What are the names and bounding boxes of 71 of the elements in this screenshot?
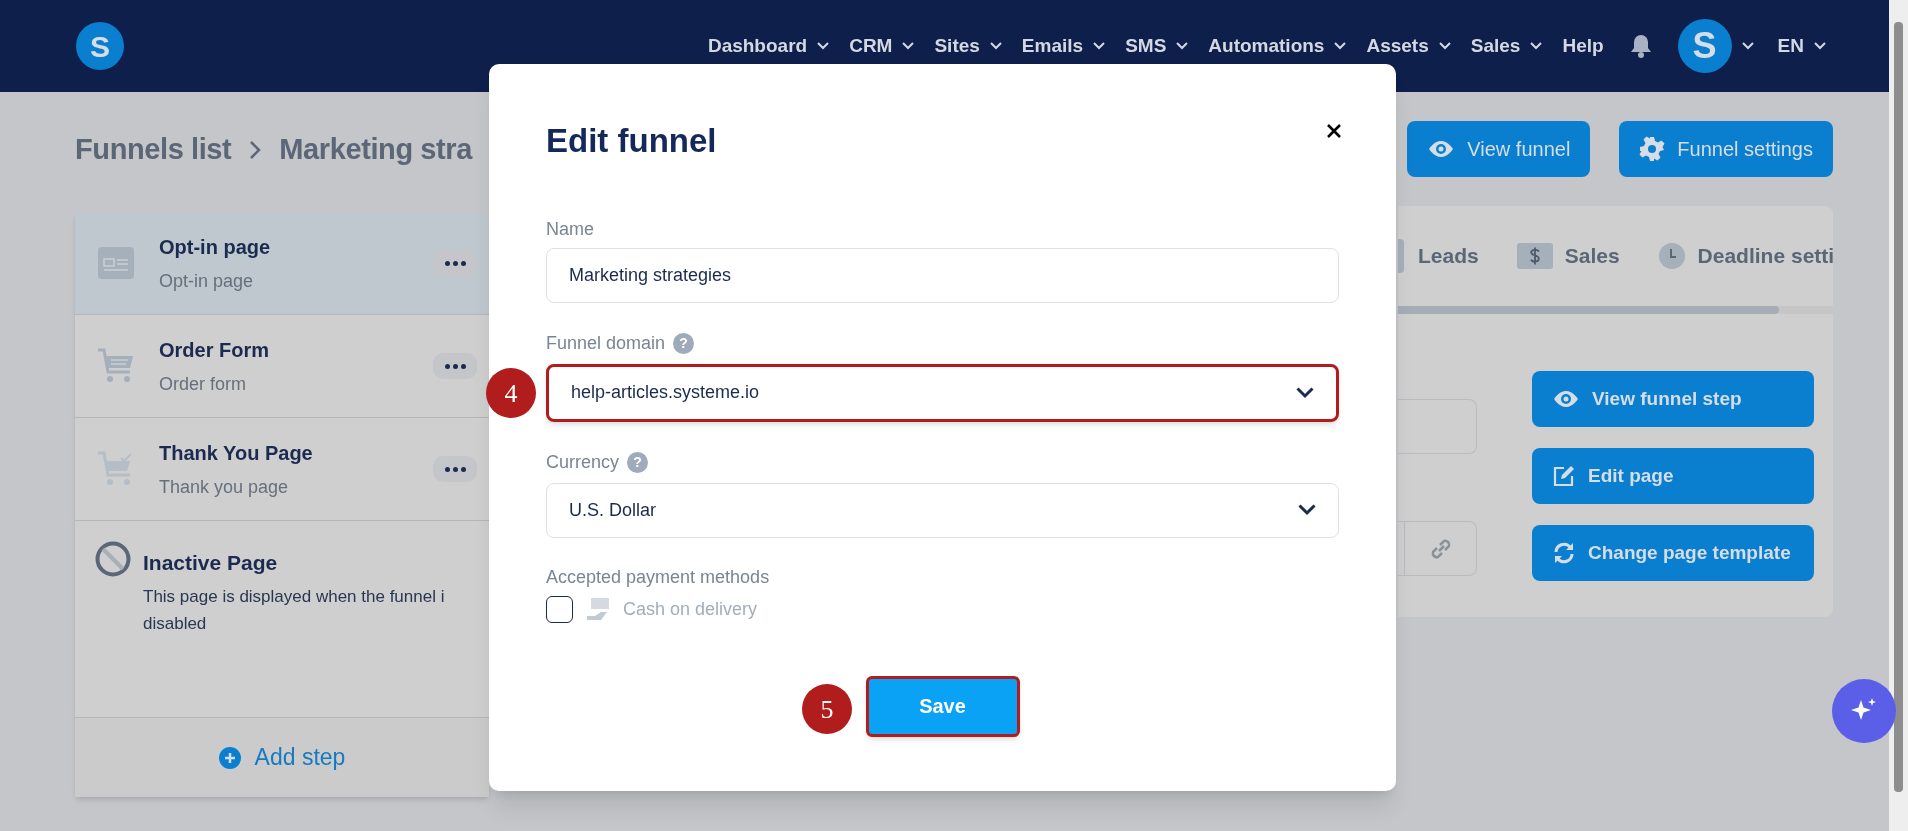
step-subtitle: Thank you page <box>159 475 290 499</box>
chevron-down-icon <box>1814 42 1826 50</box>
tab[interactable]: Leads <box>1418 240 1479 272</box>
scrollbar[interactable] <box>1889 0 1908 831</box>
funnel-step[interactable]: Order Form Order form <box>75 315 489 418</box>
funnel-step[interactable]: Thank You Page Thank you page <box>75 418 489 521</box>
chevron-down-icon <box>1334 42 1347 50</box>
chevron-down-icon <box>1741 42 1754 50</box>
tabs-scrollbar[interactable] <box>1398 306 1833 314</box>
close-icon[interactable] <box>1326 122 1342 139</box>
dialog-title: Edit funnel <box>546 121 717 161</box>
step-description: This page is displayed when the funnel i disabled <box>143 585 445 635</box>
nav-menu-item[interactable]: Emails <box>1021 31 1106 61</box>
chevron-right-icon <box>249 140 262 160</box>
step-subtitle: Opt-in page <box>159 269 255 293</box>
input-field[interactable] <box>1398 399 1477 454</box>
nav-menu-item[interactable]: Assets <box>1366 31 1451 61</box>
tab[interactable]: Deadline setti <box>1697 240 1833 272</box>
more-button[interactable] <box>433 456 477 482</box>
clock-icon <box>1657 242 1686 270</box>
checkbox[interactable] <box>546 596 573 623</box>
field-label: Currency <box>546 451 620 474</box>
step-number-badge: 5 <box>802 684 852 734</box>
breadcrumb-item: Marketing stra <box>279 132 472 168</box>
gear-icon <box>1639 136 1666 162</box>
language-selector[interactable]: EN <box>1777 31 1826 61</box>
tab-icon <box>1398 239 1404 273</box>
step-title: Opt-in page <box>159 234 272 260</box>
cart-icon <box>97 347 135 385</box>
name-input[interactable]: Marketing strategies <box>546 247 1339 303</box>
web-page-icon <box>97 246 135 280</box>
nav-menu-item[interactable]: Dashboard <box>707 31 830 61</box>
chevron-down-icon <box>1176 42 1189 50</box>
step-title: Order Form <box>159 337 271 363</box>
chevron-down-icon <box>1296 386 1314 399</box>
step-subtitle: Order form <box>159 372 247 396</box>
domain-select[interactable]: help-articles.systeme.io <box>546 363 1339 422</box>
field-label: Accepted payment methods <box>546 566 770 589</box>
nav-menu-item[interactable]: Automations <box>1208 31 1347 61</box>
nav-menu-item[interactable]: CRM <box>849 31 915 61</box>
cart-check-icon <box>97 450 135 488</box>
eye-icon <box>1427 140 1456 158</box>
edit-icon <box>1552 464 1576 488</box>
chevron-down-icon <box>1298 504 1316 516</box>
eye-icon <box>1552 390 1580 408</box>
option-label: Cash on delivery <box>623 598 758 621</box>
nav-menu-item[interactable]: Sites <box>934 31 1002 61</box>
step-title: Thank You Page <box>159 440 314 466</box>
dollar-icon <box>1516 243 1553 269</box>
nav-menu-item[interactable]: SMS <box>1125 31 1189 61</box>
refresh-icon <box>1552 541 1576 565</box>
chevron-down-icon <box>902 42 915 50</box>
tab[interactable]: Sales <box>1564 240 1620 272</box>
chevron-down-icon <box>1093 42 1106 50</box>
currency-select[interactable]: U.S. Dollar <box>546 482 1339 538</box>
plus-icon <box>218 746 241 769</box>
chevron-down-icon <box>989 42 1002 50</box>
chevron-down-icon <box>1438 42 1451 50</box>
more-button[interactable] <box>433 250 477 276</box>
nav-menu-item[interactable]: Sales <box>1470 31 1543 61</box>
nav-menu-item[interactable]: Help <box>1562 31 1604 61</box>
step-title: Inactive Page <box>143 550 279 576</box>
chevron-down-icon <box>1530 42 1543 50</box>
disabled-icon <box>95 541 131 577</box>
field-label: Name <box>546 218 594 241</box>
funnel-step[interactable]: Opt-in page Opt-in page <box>75 212 489 315</box>
bell-icon[interactable] <box>1629 34 1652 58</box>
chevron-down-icon <box>817 42 830 50</box>
field-label: Funnel domain <box>546 332 666 355</box>
more-button[interactable] <box>433 353 477 379</box>
step-number-badge: 4 <box>486 368 536 418</box>
